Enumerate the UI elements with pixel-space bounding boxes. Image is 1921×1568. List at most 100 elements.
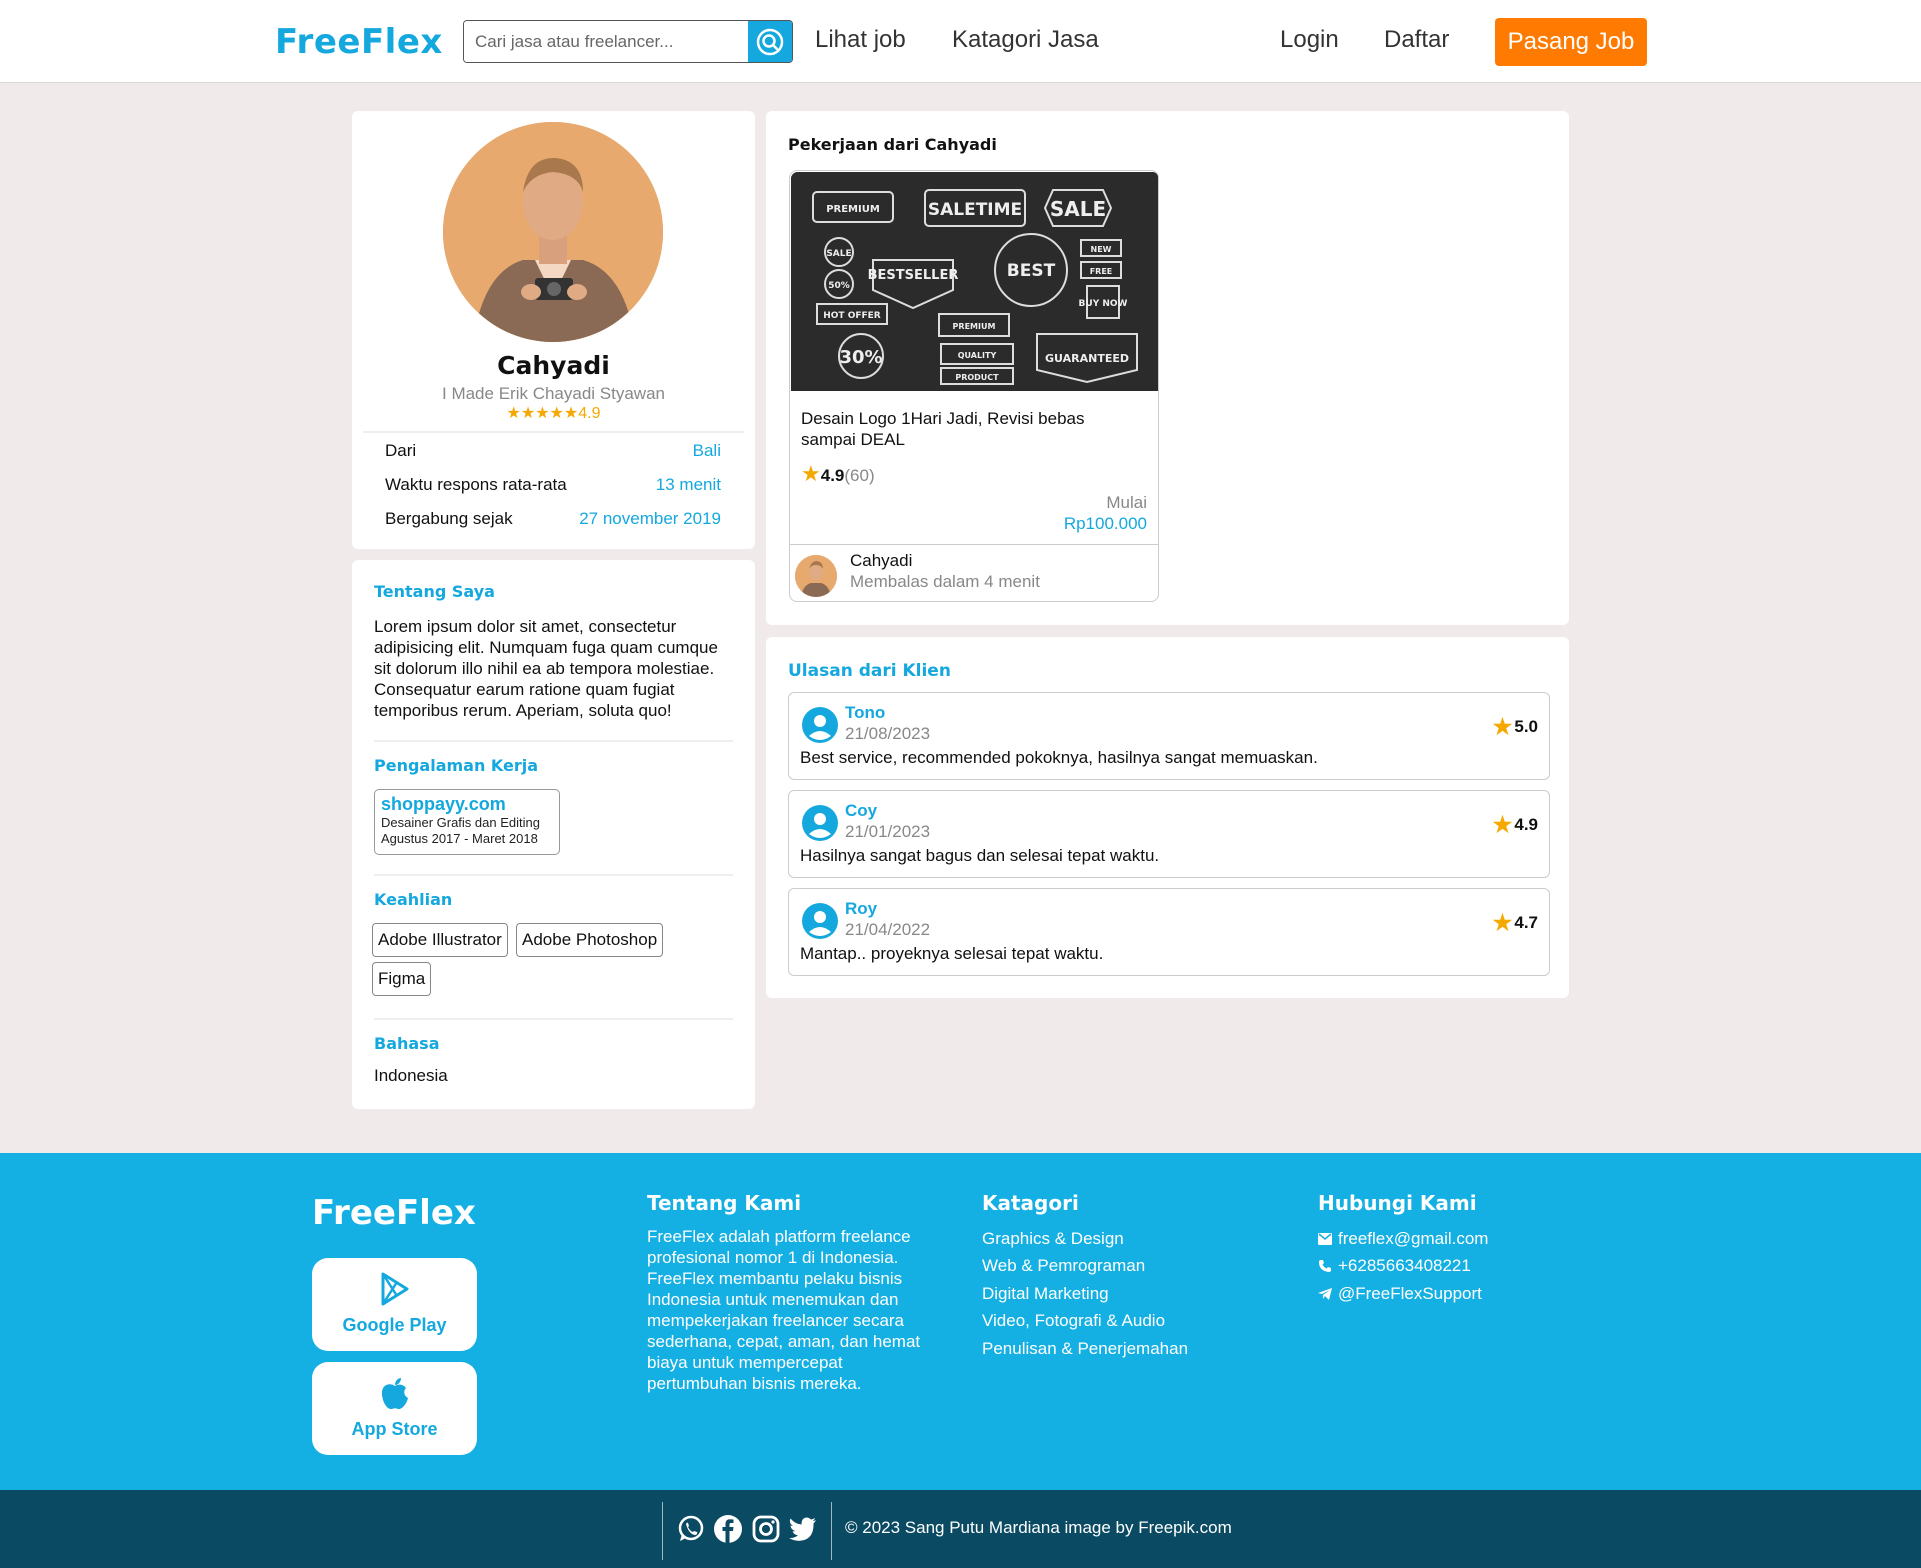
badge-best: BEST [1007,261,1056,281]
skills-title: Keahlian [374,890,453,909]
job-image[interactable]: PREMIUM SALETIME SALE SALE BESTSELLER BE… [791,172,1158,391]
login-link[interactable]: Login [1280,26,1339,54]
nav-katagori-jasa[interactable]: Katagori Jasa [952,26,1099,54]
info-label: Dari [385,441,417,460]
job-title[interactable]: Desain Logo 1Hari Jadi, Revisi bebas sam… [801,408,1141,450]
logo[interactable]: FreeFlex [275,22,443,62]
search-bar [463,20,793,63]
about-text: Lorem ipsum dolor sit amet, consectetur … [374,617,718,720]
footer-about-text: FreeFlex adalah platform freelance profe… [647,1227,921,1393]
badge-saletime: SALETIME [928,200,1022,220]
price-label: Mulai [1106,493,1147,512]
divider [374,1018,733,1020]
about-title: Tentang Saya [374,582,495,601]
search-button[interactable] [748,21,792,62]
experience-role: Desainer Grafis dan Editing [381,815,540,830]
contact-telegram[interactable]: @FreeFlexSupport [1318,1284,1482,1304]
footer-logo[interactable]: FreeFlex [312,1193,476,1233]
experience-title: Pengalaman Kerja [374,756,539,775]
footer-category-link[interactable]: Digital Marketing [982,1284,1109,1304]
footer-about-title: Tentang Kami [647,1191,802,1215]
twitter-icon[interactable] [788,1514,818,1544]
review-date: 21/04/2022 [845,920,931,939]
footer-category-link[interactable]: Web & Pemrograman [982,1256,1145,1276]
whatsapp-icon[interactable] [676,1514,706,1544]
seller-name[interactable]: Cahyadi [850,551,912,571]
star-icon: ★ [1492,910,1513,935]
rating-value: 4.9 [578,405,601,422]
facebook-icon[interactable] [713,1514,743,1544]
experience-period: Agustus 2017 - Maret 2018 [381,831,538,846]
star-icon: ★ [1492,714,1513,739]
language-value: Indonesia [374,1066,448,1085]
job-rating-value: 4.9 [820,466,845,485]
contact-phone[interactable]: +6285663408221 [1318,1256,1471,1276]
language-title: Bahasa [374,1034,440,1053]
google-play-button[interactable]: Google Play [312,1258,477,1351]
review-item: Tono 21/08/2023 Best service, recommende… [788,692,1550,780]
about-card: Tentang Saya Lorem ipsum dolor sit amet,… [352,560,755,1109]
review-score-value: 4.7 [1514,913,1538,932]
badge-sale-small: SALE [826,249,851,259]
divider [662,1502,663,1560]
top-navbar: FreeFlex Lihat job Katagori Jasa Login D… [0,0,1921,83]
app-store-button[interactable]: App Store [312,1362,477,1455]
info-label: Waktu respons rata-rata [385,475,567,494]
profile-full-name: I Made Erik Chayadi Styawan [442,384,665,403]
footer-category-title: Katagori [982,1191,1079,1215]
review-item: Coy 21/01/2023 Hasilnya sangat bagus dan… [788,790,1550,878]
review-text: Best service, recommended pokoknya, hasi… [800,748,1318,767]
review-score: ★ 4.7 [1493,910,1538,936]
app-store-label: App Store [351,1419,438,1439]
nav-lihat-job[interactable]: Lihat job [815,26,906,54]
star-icon: ★ [801,461,821,486]
reviewer-name: Tono [845,703,886,722]
copyright-text: © 2023 Sang Putu Mardiana image by Freep… [845,1518,1232,1537]
rating-stars: ★★★★★ [506,405,579,422]
review-text: Mantap.. proyeknya selesai tepat waktu. [800,944,1104,963]
review-text: Hasilnya sangat bagus dan selesai tepat … [800,846,1160,865]
divider [374,874,733,876]
footer-contact-title: Hubungi Kami [1318,1191,1477,1215]
apple-icon [381,1378,408,1410]
footer-category-link[interactable]: Penulisan & Penerjemahan [982,1339,1188,1359]
mail-icon [1318,1233,1332,1245]
divider [790,544,1158,545]
experience-box: shoppayy.com Desainer Grafis dan Editing… [374,789,560,855]
info-value: Bali [692,441,721,460]
badge-guaranteed: GUARANTEED [1045,352,1129,365]
contact-email[interactable]: freeflex@gmail.com [1318,1229,1488,1249]
footer-category-link[interactable]: Video, Fotografi & Audio [982,1311,1165,1331]
review-date: 21/01/2023 [845,822,931,841]
reviews-card: Ulasan dari Klien Tono 21/08/2023 Best s… [766,637,1569,998]
contact-phone-text: +6285663408221 [1338,1256,1471,1275]
skill-chip: Adobe Photoshop [516,923,664,957]
job-card[interactable]: PREMIUM SALETIME SALE SALE BESTSELLER BE… [789,170,1159,602]
badge-50: 50% [828,281,850,291]
review-date: 21/08/2023 [845,724,931,743]
footer-category-link[interactable]: Graphics & Design [982,1229,1124,1249]
star-icon: ★ [1492,812,1513,837]
reviewer-name: Roy [845,899,878,918]
badge-bestseller: BESTSELLER [868,268,959,283]
review-score: ★ 5.0 [1493,714,1538,740]
user-avatar-icon [802,903,838,939]
job-price: Rp100.000 [1063,514,1147,533]
reviews-title: Ulasan dari Klien [788,661,951,681]
skill-chip: Figma [372,962,432,996]
badge-premium: PREMIUM [826,204,880,215]
footer: FreeFlex Google Play App Store Tentang K… [0,1153,1921,1490]
badge-quality: QUALITY [958,351,997,360]
job-rating: ★4.9(60) [801,461,875,487]
jobs-card: Pekerjaan dari Cahyadi PREMIUM SALETIME … [766,111,1569,625]
instagram-icon[interactable] [751,1514,781,1544]
register-link[interactable]: Daftar [1384,26,1449,54]
badge-free: FREE [1090,267,1113,276]
seller-avatar [795,555,837,597]
divider [831,1502,832,1560]
experience-company: shoppayy.com [381,794,506,814]
search-input[interactable] [464,21,750,62]
divider [363,431,744,433]
user-avatar-icon [802,707,838,743]
post-job-button[interactable]: Pasang Job [1495,18,1647,66]
